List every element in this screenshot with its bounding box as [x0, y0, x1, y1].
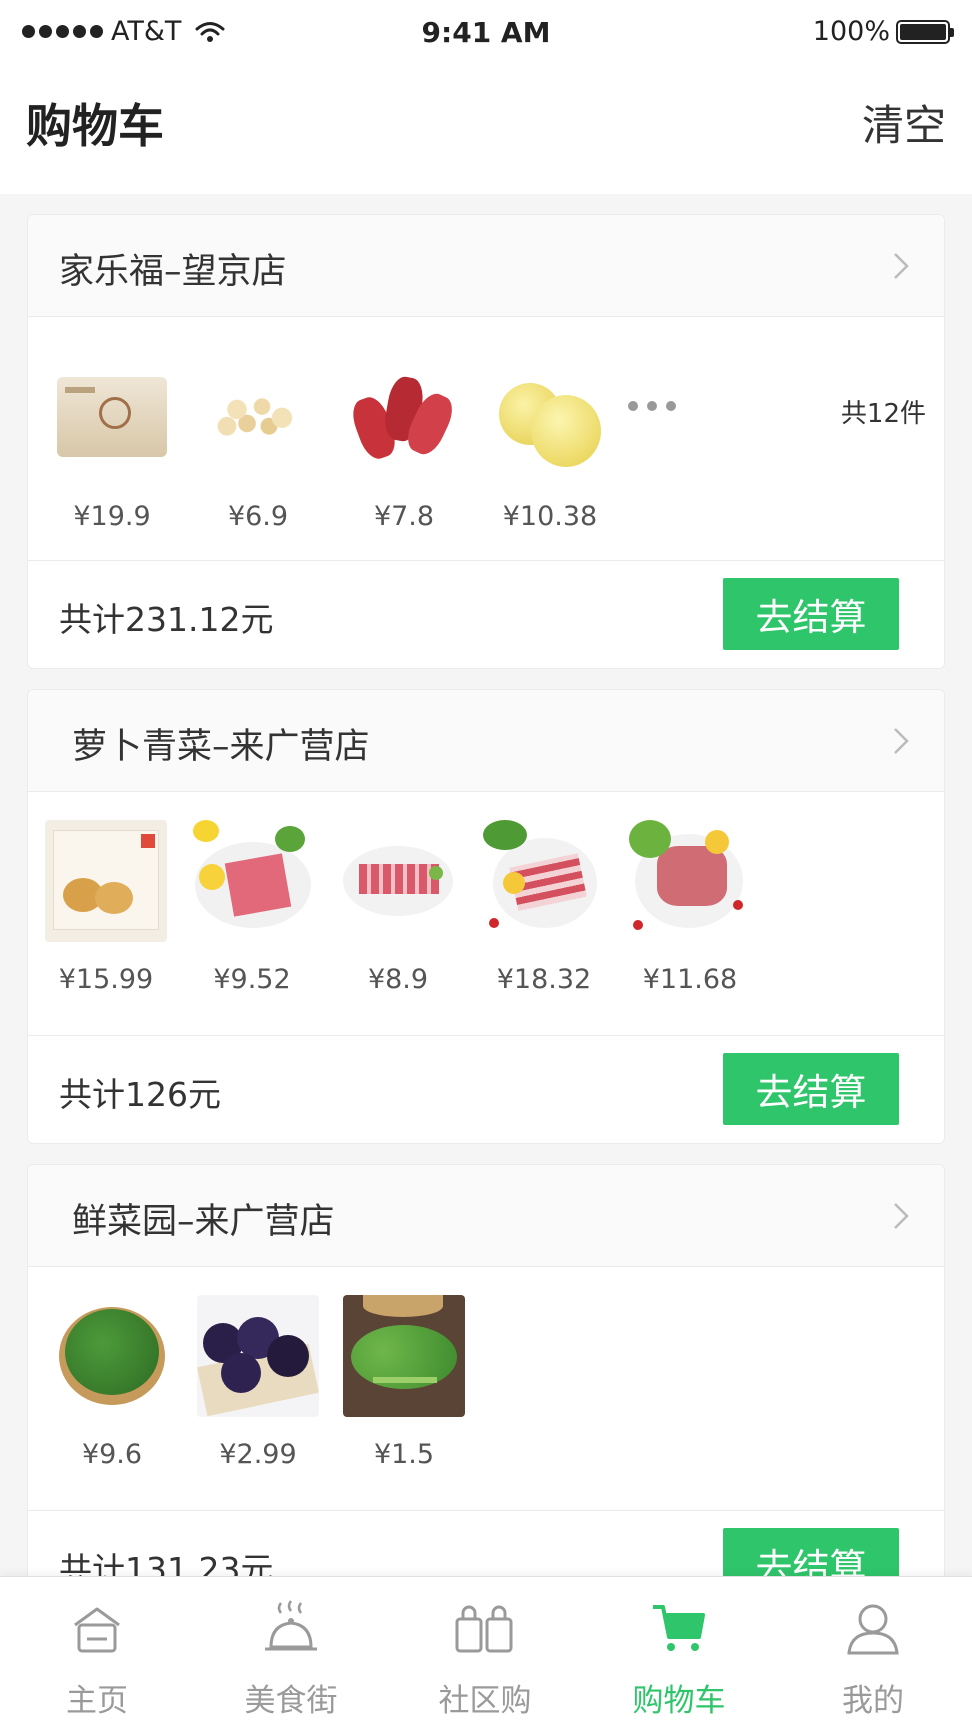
checkout-button[interactable]: 去结算	[723, 578, 899, 650]
pastry-box-image	[45, 820, 167, 942]
eggplant-image	[197, 1295, 319, 1417]
nav-bar: 购物车 清空	[0, 68, 972, 194]
pork-loin-image	[191, 820, 313, 942]
pears-image	[489, 357, 611, 479]
checkout-button[interactable]: 去结算	[723, 1528, 899, 1576]
product-item[interactable]: ¥1.5	[340, 1295, 468, 1470]
store-card: 家乐福–望京店 ¥19.9 ¥6.9 ¥7.8 ¥10.38 共12件 共计23…	[27, 214, 945, 669]
store-header[interactable]: 鲜菜园–来广营店	[28, 1165, 944, 1267]
tab-cart[interactable]: 购物车	[582, 1577, 776, 1728]
clear-cart-button[interactable]: 清空	[862, 92, 946, 153]
chevron-right-icon	[894, 253, 909, 279]
item-count: 共12件	[840, 399, 926, 429]
lotus-seeds-image	[197, 357, 319, 479]
profile-icon	[847, 1604, 899, 1655]
shopping-bags-icon	[455, 1605, 513, 1653]
product-price: ¥18.32	[496, 964, 592, 995]
store-header[interactable]: 家乐福–望京店	[28, 215, 944, 317]
store-card: 萝卜青菜–来广营店 ¥15.99 ¥9.52 ¥8.9 ¥18.32 ¥11.6…	[27, 689, 945, 1144]
product-price: ¥15.99	[58, 964, 154, 995]
product-strip[interactable]: ¥9.6 ¥2.99 ¥1.5	[28, 1267, 944, 1511]
product-price: ¥1.5	[373, 1439, 435, 1470]
tab-mine[interactable]: 我的	[776, 1577, 970, 1728]
page-title: 购物车	[26, 99, 164, 153]
product-item[interactable]: ¥7.8	[340, 357, 468, 532]
ground-pork-image	[629, 820, 751, 942]
spinach-image	[51, 1295, 173, 1417]
checkout-button[interactable]: 去结算	[723, 1053, 899, 1125]
chevron-right-icon	[894, 1203, 909, 1229]
store-footer: 共计231.12元 去结算	[28, 561, 944, 667]
product-price: ¥10.38	[502, 501, 598, 532]
pork-slices-image	[337, 820, 459, 942]
product-strip[interactable]: ¥15.99 ¥9.52 ¥8.9 ¥18.32 ¥11.68	[28, 792, 944, 1036]
battery-percent: 100%	[812, 16, 890, 47]
product-item[interactable]: ¥19.9	[48, 357, 176, 532]
store-total: 共计126元	[59, 1075, 221, 1114]
product-item[interactable]: ¥10.38	[486, 357, 614, 532]
status-bar-right: 100%	[812, 16, 954, 47]
store-total: 共计231.12元	[59, 600, 274, 639]
more-icon	[628, 401, 676, 411]
product-item[interactable]: ¥2.99	[194, 1295, 322, 1470]
product-item[interactable]: ¥18.32	[480, 820, 608, 995]
tab-label: 主页	[66, 1683, 128, 1719]
store-name: 鲜菜园–来广营店	[72, 1202, 335, 1242]
tab-label: 购物车	[632, 1683, 726, 1719]
product-item[interactable]: ¥15.99	[42, 820, 170, 995]
product-price: ¥9.6	[81, 1439, 143, 1470]
product-price: ¥11.68	[642, 964, 738, 995]
product-price: ¥8.9	[367, 964, 429, 995]
store-header[interactable]: 萝卜青菜–来广营店	[28, 690, 944, 792]
cart-icon	[653, 1605, 705, 1651]
tissue-pack-image	[51, 357, 173, 479]
tab-label: 社区购	[438, 1683, 532, 1719]
product-price: ¥6.9	[227, 501, 289, 532]
product-price: ¥2.99	[219, 1439, 297, 1470]
product-item[interactable]: ¥9.52	[188, 820, 316, 995]
tab-food-street[interactable]: 美食街	[194, 1577, 388, 1728]
product-item[interactable]: ¥9.6	[48, 1295, 176, 1470]
cart-list[interactable]: 家乐福–望京店 ¥19.9 ¥6.9 ¥7.8 ¥10.38 共12件 共计23…	[0, 194, 972, 1576]
store-footer: 共计126元 去结算	[28, 1036, 944, 1142]
chevron-right-icon	[894, 728, 909, 754]
product-price: ¥19.9	[73, 501, 151, 532]
product-item[interactable]: ¥11.68	[626, 820, 754, 995]
store-name: 家乐福–望京店	[59, 252, 287, 292]
store-card: 鲜菜园–来广营店 ¥9.6 ¥2.99 ¥1.5 共计131.23元 去结算	[27, 1164, 945, 1576]
tab-label: 美食街	[244, 1683, 338, 1719]
product-price: ¥7.8	[373, 501, 435, 532]
product-strip[interactable]: ¥19.9 ¥6.9 ¥7.8 ¥10.38 共12件	[28, 317, 944, 561]
tab-home[interactable]: 主页	[0, 1577, 194, 1728]
mulberries-image	[343, 357, 465, 479]
store-footer: 共计131.23元 去结算	[28, 1511, 944, 1576]
store-total: 共计131.23元	[59, 1550, 274, 1576]
coriander-image	[343, 1295, 465, 1417]
tab-community-buy[interactable]: 社区购	[388, 1577, 582, 1728]
store-name: 萝卜青菜–来广营店	[72, 727, 370, 767]
product-price: ¥9.52	[213, 964, 291, 995]
status-bar: AT&T 9:41 AM 100%	[0, 0, 972, 68]
product-item[interactable]: ¥8.9	[334, 820, 462, 995]
product-item[interactable]: ¥6.9	[194, 357, 322, 532]
home-icon	[74, 1607, 120, 1653]
pork-belly-image	[483, 820, 605, 942]
tab-bar: 主页 美食街 社区购 购物车 我的	[0, 1576, 972, 1728]
battery-icon	[896, 19, 954, 44]
tab-label: 我的	[842, 1683, 904, 1719]
food-cloche-icon	[265, 1600, 317, 1651]
